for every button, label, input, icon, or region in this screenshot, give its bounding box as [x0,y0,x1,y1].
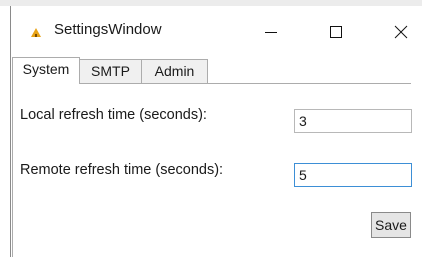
remote-refresh-label: Remote refresh time (seconds): [20,162,224,178]
title-bar[interactable]: SettingsWindow [11,6,422,56]
minimize-icon [264,25,278,39]
local-refresh-label: Local refresh time (seconds): [20,107,207,123]
close-button[interactable] [381,15,421,49]
remote-refresh-input[interactable] [294,163,412,187]
local-refresh-input[interactable] [294,109,412,133]
window-title: SettingsWindow [54,21,162,38]
maximize-button[interactable] [316,15,356,49]
close-icon [394,25,408,39]
tab-admin[interactable]: Admin [141,59,208,83]
app-icon [31,25,41,37]
screen: SettingsWindow System SMTP Admin Local r… [0,0,422,257]
save-button[interactable]: Save [371,212,411,238]
tab-system[interactable]: System [12,57,80,84]
maximize-icon [329,25,343,39]
tab-smtp[interactable]: SMTP [79,59,142,83]
minimize-button[interactable] [251,15,291,49]
